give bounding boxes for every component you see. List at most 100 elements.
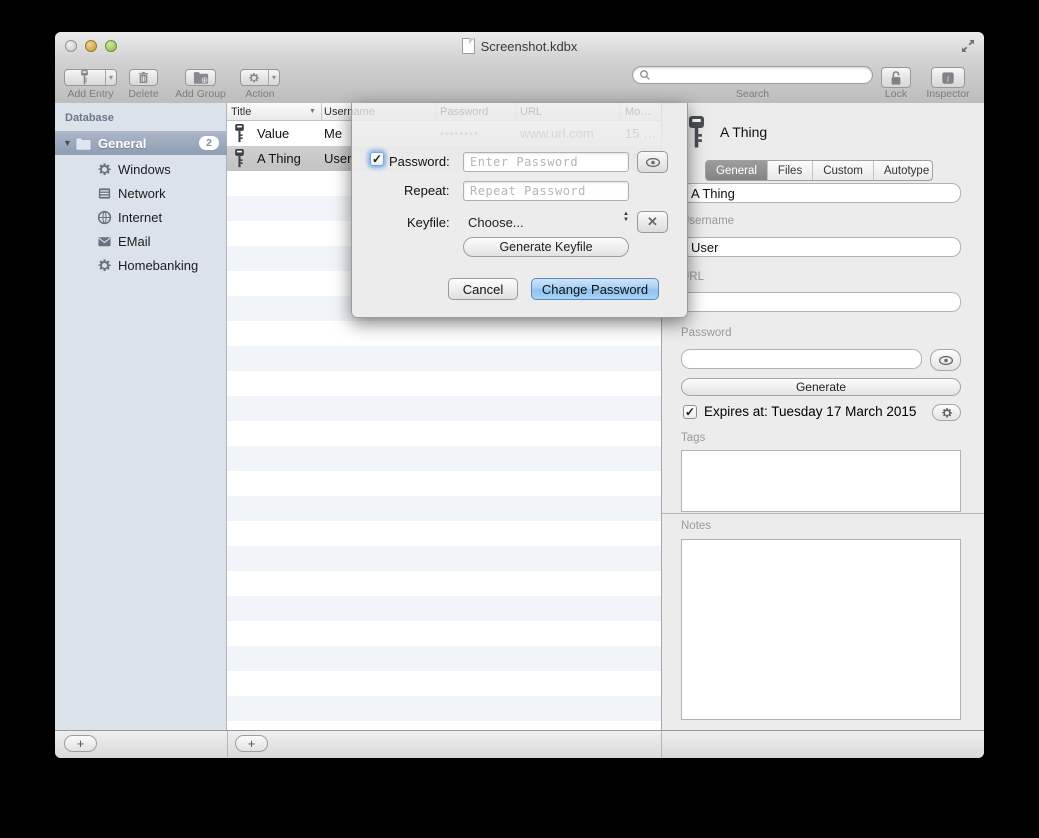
cell-title: A Thing — [257, 151, 301, 166]
window-title: Screenshot.kdbx — [481, 39, 578, 54]
delete-label: Delete — [117, 88, 170, 100]
sidebar-item-email[interactable]: EMail — [55, 229, 227, 253]
group-label: General — [98, 136, 199, 151]
close-icon: ✕ — [647, 214, 658, 230]
search-icon — [639, 69, 651, 81]
add-entry-button[interactable]: ▾ — [64, 69, 117, 86]
tags-input[interactable] — [681, 450, 961, 512]
password-field[interactable] — [681, 349, 922, 369]
keyfile-label: Keyfile: — [407, 215, 450, 230]
tags-label: Tags — [681, 432, 705, 444]
tab-general[interactable]: General — [706, 161, 767, 180]
notes-input[interactable] — [681, 539, 961, 720]
add-entry-label: Add Entry — [64, 88, 117, 100]
add-group-button[interactable] — [185, 69, 216, 86]
action-label: Action — [234, 88, 286, 100]
username-field[interactable] — [681, 237, 961, 257]
key-icon — [65, 70, 105, 85]
gear-icon — [941, 407, 953, 419]
add-group-plus-button[interactable]: + — [64, 735, 97, 752]
sidebar-group-general[interactable]: ▼ General 2 — [55, 131, 227, 155]
sort-desc-icon[interactable]: ▼ — [309, 108, 316, 115]
chevron-down-icon[interactable]: ▾ — [268, 70, 279, 85]
password-label: Password: — [389, 154, 450, 169]
expires-settings-button[interactable] — [932, 404, 961, 421]
cell-title: Value — [257, 126, 289, 141]
cancel-button[interactable]: Cancel — [448, 278, 518, 300]
add-entry-plus-button[interactable]: + — [235, 735, 268, 752]
cell-username: User — [324, 151, 351, 166]
sidebar-item-label: Windows — [118, 162, 171, 177]
password-input[interactable] — [463, 152, 629, 172]
section-divider — [662, 513, 984, 514]
inspector-tabbar: General Files Custom Autotype — [705, 160, 933, 181]
server-icon — [97, 186, 112, 201]
sidebar-item-internet[interactable]: Internet — [55, 205, 227, 229]
key-icon — [234, 124, 245, 143]
url-field[interactable] — [681, 292, 961, 312]
gear-icon — [97, 162, 112, 177]
bottom-bar-divider — [227, 731, 228, 758]
keyfile-popup[interactable]: Choose... — [468, 215, 524, 230]
show-password-button[interactable] — [930, 349, 961, 371]
generate-keyfile-button[interactable]: Generate Keyfile — [463, 237, 629, 257]
stepper-icon[interactable]: ▲ ▼ — [623, 212, 629, 223]
globe-icon — [97, 210, 112, 225]
lock-open-icon — [889, 70, 903, 86]
password-label: Password — [681, 327, 732, 339]
password-checkbox[interactable]: ✓ — [370, 152, 384, 166]
folder-plus-icon — [193, 71, 209, 84]
tab-files[interactable]: Files — [767, 161, 812, 180]
search-input[interactable] — [651, 67, 872, 83]
bottom-bar-divider — [661, 731, 662, 758]
stepper-down-icon[interactable]: ▼ — [623, 218, 629, 224]
title-bar[interactable]: Screenshot.kdbx — [55, 32, 984, 60]
sidebar-item-windows[interactable]: Windows — [55, 157, 227, 181]
title-field[interactable] — [681, 183, 961, 203]
expires-label: Expires at: Tuesday 17 March 2015 — [704, 404, 916, 419]
inspector-label: Inspector — [919, 88, 977, 100]
delete-button[interactable] — [129, 69, 158, 86]
trash-icon — [137, 71, 150, 84]
gear-icon — [241, 70, 268, 85]
tab-custom[interactable]: Custom — [812, 161, 873, 180]
clear-keyfile-button[interactable]: ✕ — [637, 211, 668, 233]
change-password-button[interactable]: Change Password — [531, 278, 659, 300]
inspector-panel: A Thing General Files Custom Autotype Us… — [661, 103, 984, 730]
repeat-password-input[interactable] — [463, 181, 629, 201]
app-window: Screenshot.kdbx ▾ Add Entry Delete Add G… — [55, 32, 984, 758]
sidebar-item-label: EMail — [118, 234, 151, 249]
folder-icon — [75, 137, 92, 150]
lock-button[interactable] — [881, 67, 911, 88]
content-area: Database ▼ General 2 Windows Network Int… — [55, 103, 984, 730]
bottom-bar: + + — [55, 730, 984, 758]
eye-icon — [645, 157, 661, 168]
expires-checkbox[interactable]: ✓ — [683, 405, 697, 419]
fullscreen-icon[interactable] — [961, 39, 975, 53]
sidebar-item-network[interactable]: Network — [55, 181, 227, 205]
show-password-button[interactable] — [637, 151, 668, 173]
sidebar-item-homebanking[interactable]: Homebanking — [55, 253, 227, 277]
repeat-label: Repeat: — [404, 183, 450, 198]
sidebar-item-label: Homebanking — [118, 258, 198, 273]
column-header-title[interactable]: Title — [231, 106, 251, 118]
window-title-area: Screenshot.kdbx — [55, 32, 984, 60]
desktop: { "window": { "title": "Screenshot.kdbx"… — [0, 0, 1039, 838]
chevron-down-icon[interactable]: ▾ — [105, 70, 116, 85]
generate-password-button[interactable]: Generate — [681, 378, 961, 396]
disclosure-triangle-icon[interactable]: ▼ — [63, 138, 75, 148]
notes-label: Notes — [681, 520, 711, 532]
column-divider[interactable] — [321, 103, 322, 121]
entry-title: A Thing — [720, 124, 767, 140]
inspector-button[interactable] — [931, 67, 965, 88]
search-field[interactable] — [632, 66, 873, 84]
username-label: Username — [681, 215, 734, 227]
sidebar-item-label: Internet — [118, 210, 162, 225]
action-button[interactable]: ▾ — [240, 69, 280, 86]
sidebar-item-label: Network — [118, 186, 166, 201]
document-icon — [462, 38, 475, 54]
group-count-badge: 2 — [199, 136, 219, 150]
sidebar: Database ▼ General 2 Windows Network Int… — [55, 103, 227, 730]
toolbar: ▾ Add Entry Delete Add Group ▾ Action — [55, 60, 984, 104]
tab-autotype[interactable]: Autotype — [873, 161, 933, 180]
